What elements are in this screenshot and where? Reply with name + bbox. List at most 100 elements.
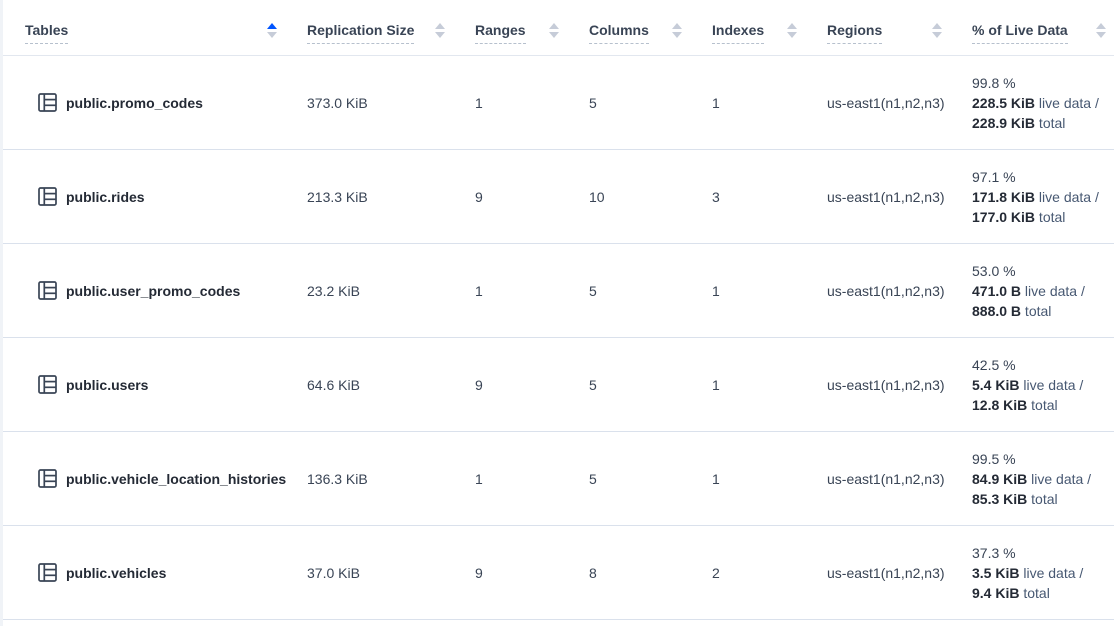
live-data-cell: 99.5 % 84.9 KiB live data / 85.3 KiB tot… bbox=[972, 432, 1114, 526]
table-row[interactable]: public.users 64.6 KiB 9 5 1 us-east1(n1,… bbox=[3, 338, 1114, 432]
sort-asc-icon bbox=[932, 23, 942, 29]
live-data-cell: 97.1 % 171.8 KiB live data / 177.0 KiB t… bbox=[972, 150, 1114, 244]
live-data-percent: 53.0 % bbox=[972, 261, 1114, 281]
table-name-cell: public.promo_codes bbox=[3, 56, 307, 150]
live-data-line: 171.8 KiB live data / bbox=[972, 187, 1114, 207]
columns-cell: 5 bbox=[589, 338, 712, 432]
sort-arrows-icon[interactable] bbox=[787, 23, 797, 38]
table-icon bbox=[38, 563, 57, 582]
table-row[interactable]: public.user_promo_codes 23.2 KiB 1 5 1 u… bbox=[3, 244, 1114, 338]
live-data-line: 471.0 B live data / bbox=[972, 281, 1114, 301]
ranges-cell: 9 bbox=[475, 338, 589, 432]
indexes-cell: 2 bbox=[712, 526, 827, 620]
columns-cell: 8 bbox=[589, 526, 712, 620]
live-data-line: 5.4 KiB live data / bbox=[972, 375, 1114, 395]
live-data-cell: 37.3 % 3.5 KiB live data / 9.4 KiB total bbox=[972, 526, 1114, 620]
table-row[interactable]: public.promo_codes 373.0 KiB 1 5 1 us-ea… bbox=[3, 56, 1114, 150]
live-data-percent: 99.8 % bbox=[972, 73, 1114, 93]
live-data-line: 84.9 KiB live data / bbox=[972, 469, 1114, 489]
sort-desc-icon bbox=[672, 32, 682, 38]
sort-asc-icon bbox=[435, 23, 445, 29]
column-header-label[interactable]: Columns bbox=[589, 22, 649, 44]
sort-desc-icon bbox=[267, 32, 277, 38]
table-name-link[interactable]: public.users bbox=[66, 377, 148, 393]
sort-asc-icon bbox=[787, 23, 797, 29]
sort-arrows-icon[interactable] bbox=[267, 23, 277, 38]
columns-cell: 5 bbox=[589, 432, 712, 526]
table-icon bbox=[38, 375, 57, 394]
table-header-row: Tables Replication Size Ranges Colu bbox=[3, 10, 1114, 56]
regions-cell: us-east1(n1,n2,n3) bbox=[827, 432, 972, 526]
columns-cell: 10 bbox=[589, 150, 712, 244]
column-header-label[interactable]: Indexes bbox=[712, 22, 764, 44]
sort-asc-icon bbox=[549, 23, 559, 29]
total-data-line: 12.8 KiB total bbox=[972, 395, 1114, 415]
column-header[interactable]: Ranges bbox=[475, 10, 589, 56]
column-header[interactable]: % of Live Data bbox=[972, 10, 1114, 56]
column-header[interactable]: Replication Size bbox=[307, 10, 475, 56]
regions-cell: us-east1(n1,n2,n3) bbox=[827, 526, 972, 620]
table-icon bbox=[38, 281, 57, 300]
sort-asc-icon bbox=[672, 23, 682, 29]
replication-size-cell: 37.0 KiB bbox=[307, 526, 475, 620]
indexes-cell: 1 bbox=[712, 338, 827, 432]
table-icon bbox=[38, 187, 57, 206]
column-header[interactable]: Tables bbox=[3, 10, 307, 56]
sort-arrows-icon[interactable] bbox=[435, 23, 445, 38]
column-header-label[interactable]: Ranges bbox=[475, 22, 526, 44]
table-row[interactable]: public.vehicle_location_histories 136.3 … bbox=[3, 432, 1114, 526]
column-header-label[interactable]: Replication Size bbox=[307, 22, 414, 44]
sort-arrows-icon[interactable] bbox=[932, 23, 942, 38]
indexes-cell: 3 bbox=[712, 150, 827, 244]
table-name-link[interactable]: public.vehicles bbox=[66, 565, 166, 581]
sort-desc-icon bbox=[1096, 32, 1106, 38]
replication-size-cell: 64.6 KiB bbox=[307, 338, 475, 432]
table-row[interactable]: public.rides 213.3 KiB 9 10 3 us-east1(n… bbox=[3, 150, 1114, 244]
replication-size-cell: 136.3 KiB bbox=[307, 432, 475, 526]
table-icon bbox=[38, 93, 57, 112]
ranges-cell: 9 bbox=[475, 526, 589, 620]
live-data-cell: 53.0 % 471.0 B live data / 888.0 B total bbox=[972, 244, 1114, 338]
column-header[interactable]: Regions bbox=[827, 10, 972, 56]
total-data-line: 9.4 KiB total bbox=[972, 583, 1114, 603]
tables-list: Tables Replication Size Ranges Colu bbox=[3, 10, 1114, 620]
columns-cell: 5 bbox=[589, 244, 712, 338]
table-row[interactable]: public.vehicles 37.0 KiB 9 8 2 us-east1(… bbox=[3, 526, 1114, 620]
indexes-cell: 1 bbox=[712, 244, 827, 338]
total-data-line: 85.3 KiB total bbox=[972, 489, 1114, 509]
column-header-label[interactable]: Tables bbox=[25, 22, 68, 44]
total-data-line: 228.9 KiB total bbox=[972, 113, 1114, 133]
column-header-label[interactable]: % of Live Data bbox=[972, 22, 1068, 44]
columns-cell: 5 bbox=[589, 56, 712, 150]
ranges-cell: 1 bbox=[475, 244, 589, 338]
sort-asc-icon bbox=[267, 23, 277, 29]
sort-arrows-icon[interactable] bbox=[1096, 23, 1106, 38]
tables-page: Tables Replication Size Ranges Colu bbox=[0, 0, 1114, 626]
live-data-line: 228.5 KiB live data / bbox=[972, 93, 1114, 113]
sort-desc-icon bbox=[787, 32, 797, 38]
regions-cell: us-east1(n1,n2,n3) bbox=[827, 338, 972, 432]
column-header-label[interactable]: Regions bbox=[827, 22, 882, 44]
table-name-link[interactable]: public.vehicle_location_histories bbox=[66, 471, 286, 487]
table-name-link[interactable]: public.promo_codes bbox=[66, 95, 203, 111]
live-data-percent: 97.1 % bbox=[972, 167, 1114, 187]
replication-size-cell: 373.0 KiB bbox=[307, 56, 475, 150]
sort-arrows-icon[interactable] bbox=[672, 23, 682, 38]
table-name-link[interactable]: public.user_promo_codes bbox=[66, 283, 240, 299]
sort-asc-icon bbox=[1096, 23, 1106, 29]
regions-cell: us-east1(n1,n2,n3) bbox=[827, 244, 972, 338]
live-data-cell: 99.8 % 228.5 KiB live data / 228.9 KiB t… bbox=[972, 56, 1114, 150]
column-header[interactable]: Indexes bbox=[712, 10, 827, 56]
ranges-cell: 1 bbox=[475, 432, 589, 526]
column-header[interactable]: Columns bbox=[589, 10, 712, 56]
table-name-link[interactable]: public.rides bbox=[66, 189, 145, 205]
replication-size-cell: 23.2 KiB bbox=[307, 244, 475, 338]
indexes-cell: 1 bbox=[712, 56, 827, 150]
regions-cell: us-east1(n1,n2,n3) bbox=[827, 150, 972, 244]
live-data-percent: 42.5 % bbox=[972, 355, 1114, 375]
sort-desc-icon bbox=[435, 32, 445, 38]
ranges-cell: 1 bbox=[475, 56, 589, 150]
total-data-line: 177.0 KiB total bbox=[972, 207, 1114, 227]
sort-arrows-icon[interactable] bbox=[549, 23, 559, 38]
table-icon bbox=[38, 469, 57, 488]
